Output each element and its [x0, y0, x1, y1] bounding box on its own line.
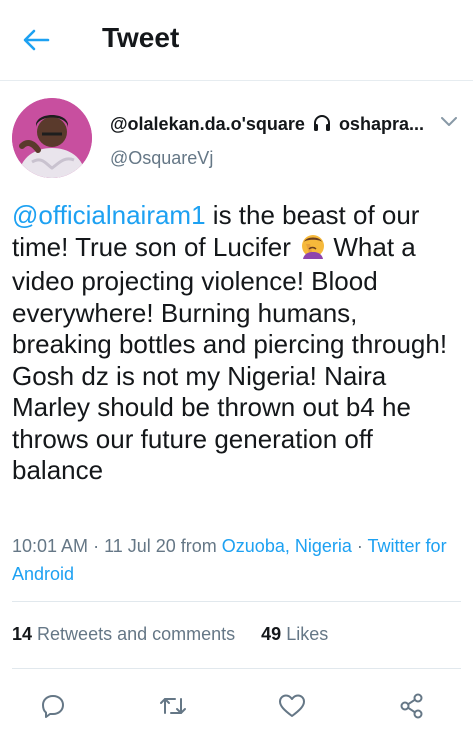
- divider: [12, 601, 461, 602]
- reply-icon: [42, 695, 64, 718]
- tweet-menu-button[interactable]: [436, 110, 462, 134]
- page-title: Tweet: [102, 22, 180, 53]
- tweet-meta: 10:01 AM · 11 Jul 20 from Ozuoba, Nigeri…: [12, 532, 462, 588]
- display-name-prefix: @olalekan.da.o'square: [110, 114, 305, 134]
- retweet-icon: [160, 698, 186, 714]
- chevron-down-icon: [441, 117, 457, 126]
- meta-separator: ·: [88, 536, 105, 556]
- headphones-icon: [312, 113, 332, 138]
- avatar[interactable]: [12, 98, 92, 178]
- tweet-stats: 14 Retweets and comments 49 Likes: [12, 624, 328, 645]
- like-button[interactable]: [272, 688, 312, 724]
- tweet-text-part-2: What a video projecting violence! Blood …: [12, 231, 448, 486]
- likes-stat[interactable]: 49 Likes: [261, 624, 328, 644]
- likes-label: Likes: [286, 624, 329, 644]
- face-palm-emoji-icon: [300, 233, 326, 267]
- retweet-button[interactable]: [153, 688, 193, 724]
- divider: [12, 668, 461, 669]
- author-display-name[interactable]: @olalekan.da.o'square oshapra...: [110, 113, 424, 138]
- tweet-date: 11 Jul 20: [104, 536, 176, 556]
- tweet-time: 10:01 AM: [12, 536, 89, 556]
- share-button[interactable]: [392, 688, 432, 724]
- top-bar: Tweet: [0, 0, 473, 81]
- like-icon: [279, 694, 305, 717]
- tweet-text: @officialnairam1 is the beast of our tim…: [12, 200, 462, 487]
- likes-count: 49: [261, 624, 282, 644]
- mention-link[interactable]: @officialnairam1: [12, 200, 206, 230]
- location-link[interactable]: Ozuoba, Nigeria: [222, 536, 352, 556]
- display-name-suffix: oshapra...: [338, 114, 424, 134]
- arrow-left-icon: [23, 29, 50, 51]
- meta-from: from: [175, 536, 222, 556]
- retweets-count: 14: [12, 624, 33, 644]
- avatar-image: [12, 98, 92, 178]
- back-button[interactable]: [14, 20, 58, 60]
- share-icon: [400, 693, 423, 719]
- author-handle[interactable]: @OsquareVj: [110, 148, 213, 169]
- retweets-stat[interactable]: 14 Retweets and comments: [12, 624, 235, 644]
- action-bar: [0, 688, 473, 724]
- retweets-label: Retweets and comments: [37, 624, 236, 644]
- reply-button[interactable]: [33, 688, 73, 724]
- meta-separator: ·: [351, 536, 368, 556]
